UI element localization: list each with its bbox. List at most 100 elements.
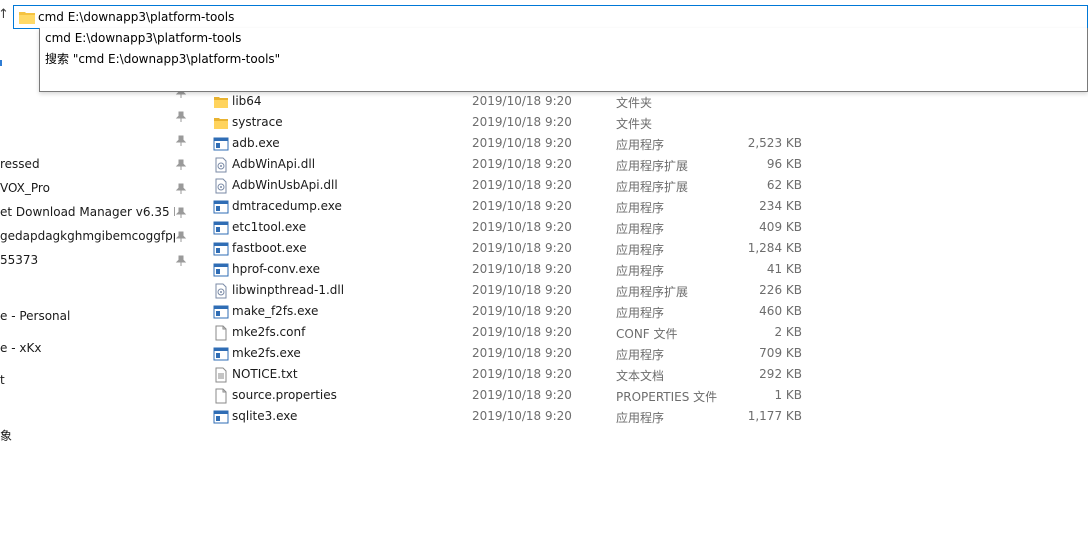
pin-icon[interactable] [175, 159, 187, 171]
nav-item-label: et Download Manager v6.35 Bu [0, 205, 175, 219]
file-date: 2019/10/18 9:20 [472, 241, 572, 255]
file-name: mke2fs.conf [232, 325, 306, 339]
nav-item[interactable]: 55373 [0, 250, 175, 270]
file-row[interactable]: adb.exe 2019/10/18 9:20 应用程序 2,523 KB [207, 133, 827, 154]
file-row[interactable]: NOTICE.txt 2019/10/18 9:20 文本文档 292 KB [207, 364, 827, 385]
pin-icon[interactable] [175, 135, 187, 147]
nav-item-label: t [0, 373, 5, 387]
file-size: 2 KB [774, 325, 802, 339]
file-row[interactable]: mke2fs.exe 2019/10/18 9:20 应用程序 709 KB [207, 343, 827, 364]
nav-item[interactable]: e - Personal [0, 306, 175, 326]
file-row[interactable]: hprof-conv.exe 2019/10/18 9:20 应用程序 41 K… [207, 259, 827, 280]
file-name: lib64 [232, 94, 262, 108]
nav-item[interactable]: t [0, 370, 175, 390]
file-type: PROPERTIES 文件 [616, 390, 718, 404]
file-size: 2,523 KB [747, 136, 802, 150]
nav-item-label: VOX_Pro [0, 181, 50, 195]
file-row[interactable]: source.properties 2019/10/18 9:20 PROPER… [207, 385, 827, 406]
file-type: 应用程序扩展 [616, 285, 689, 299]
file-name: systrace [232, 115, 283, 129]
file-type: 文本文档 [616, 369, 665, 383]
file-date: 2019/10/18 9:20 [472, 367, 572, 381]
file-size: 1 KB [774, 388, 802, 402]
file-type: 应用程序 [616, 138, 665, 152]
exe-icon [213, 220, 229, 236]
nav-item[interactable]: et Download Manager v6.35 Bu [0, 202, 175, 222]
file-size: 292 KB [759, 367, 802, 381]
file-type: 应用程序 [616, 243, 665, 257]
file-date: 2019/10/18 9:20 [472, 283, 572, 297]
pin-icon[interactable] [175, 231, 187, 243]
file-size: 226 KB [759, 283, 802, 297]
file-size: 62 KB [766, 178, 802, 192]
exe-icon [213, 199, 229, 215]
dll-icon [213, 178, 229, 194]
nav-item-label: ressed [0, 157, 40, 171]
file-row[interactable]: etc1tool.exe 2019/10/18 9:20 应用程序 409 KB [207, 217, 827, 238]
file-date: 2019/10/18 9:20 [472, 115, 572, 129]
file-date: 2019/10/18 9:20 [472, 178, 572, 192]
nav-item[interactable]: VOX_Pro [0, 178, 175, 198]
pin-icon[interactable] [175, 207, 187, 219]
navigation-pane: ressed VOX_Pro et Download Manager v6.35… [0, 30, 196, 554]
nav-item[interactable]: ressed [0, 154, 175, 174]
file-name: dmtracedump.exe [232, 199, 342, 213]
file-row[interactable]: mke2fs.conf 2019/10/18 9:20 CONF 文件 2 KB [207, 322, 827, 343]
txt-icon [213, 367, 229, 383]
file-date: 2019/10/18 9:20 [472, 157, 572, 171]
file-name: NOTICE.txt [232, 367, 298, 381]
file-date: 2019/10/18 9:20 [472, 199, 572, 213]
address-input[interactable] [38, 8, 1078, 26]
file-type: 应用程序 [616, 222, 665, 236]
nav-item[interactable]: e - xKx [0, 338, 175, 358]
exe-icon [213, 346, 229, 362]
file-date: 2019/10/18 9:20 [472, 220, 572, 234]
file-row[interactable]: lib64 2019/10/18 9:20 文件夹 [207, 91, 827, 112]
nav-item-label: e - Personal [0, 309, 71, 323]
file-date: 2019/10/18 9:20 [472, 346, 572, 360]
pin-icon[interactable] [175, 255, 187, 267]
up-arrow-icon[interactable]: ↑ [0, 8, 10, 22]
pin-icon[interactable] [175, 111, 187, 123]
file-date: 2019/10/18 9:20 [472, 94, 572, 108]
file-date: 2019/10/18 9:20 [472, 262, 572, 276]
nav-item[interactable]: 象 [0, 426, 175, 446]
address-suggestions: cmd E:\downapp3\platform-tools 搜索 "cmd E… [39, 28, 1088, 92]
file-name: source.properties [232, 388, 337, 402]
file-icon [213, 388, 229, 404]
file-type: 应用程序扩展 [616, 180, 689, 194]
suggestion-item[interactable]: cmd E:\downapp3\platform-tools [45, 29, 241, 48]
file-row[interactable]: libwinpthread-1.dll 2019/10/18 9:20 应用程序… [207, 280, 827, 301]
file-name: AdbWinApi.dll [232, 157, 316, 171]
file-size: 234 KB [759, 199, 802, 213]
file-date: 2019/10/18 9:20 [472, 304, 572, 318]
file-size: 460 KB [759, 304, 802, 318]
file-name: AdbWinUsbApi.dll [232, 178, 338, 192]
pin-icon[interactable] [175, 183, 187, 195]
file-type: 应用程序 [616, 201, 665, 215]
file-row[interactable]: AdbWinApi.dll 2019/10/18 9:20 应用程序扩展 96 … [207, 154, 827, 175]
address-bar[interactable] [13, 5, 1088, 29]
file-name: mke2fs.exe [232, 346, 301, 360]
file-name: hprof-conv.exe [232, 262, 320, 276]
file-type: 应用程序 [616, 348, 665, 362]
nav-item[interactable]: gedapdagkghmgibemcoggfpp [0, 226, 175, 246]
file-name: fastboot.exe [232, 241, 307, 255]
file-type: 应用程序 [616, 264, 665, 278]
file-size: 409 KB [759, 220, 802, 234]
file-icon [213, 325, 229, 341]
exe-icon [213, 262, 229, 278]
file-row[interactable]: fastboot.exe 2019/10/18 9:20 应用程序 1,284 … [207, 238, 827, 259]
file-row[interactable]: dmtracedump.exe 2019/10/18 9:20 应用程序 234… [207, 196, 827, 217]
file-size: 41 KB [766, 262, 802, 276]
exe-icon [213, 136, 229, 152]
file-row[interactable]: make_f2fs.exe 2019/10/18 9:20 应用程序 460 K… [207, 301, 827, 322]
file-size: 709 KB [759, 346, 802, 360]
file-name: libwinpthread-1.dll [232, 283, 345, 297]
file-name: adb.exe [232, 136, 280, 150]
exe-icon [213, 409, 229, 425]
file-row[interactable]: sqlite3.exe 2019/10/18 9:20 应用程序 1,177 K… [207, 406, 827, 427]
suggestion-search-item[interactable]: 搜索 "cmd E:\downapp3\platform-tools" [45, 50, 280, 69]
file-row[interactable]: AdbWinUsbApi.dll 2019/10/18 9:20 应用程序扩展 … [207, 175, 827, 196]
file-row[interactable]: systrace 2019/10/18 9:20 文件夹 [207, 112, 827, 133]
